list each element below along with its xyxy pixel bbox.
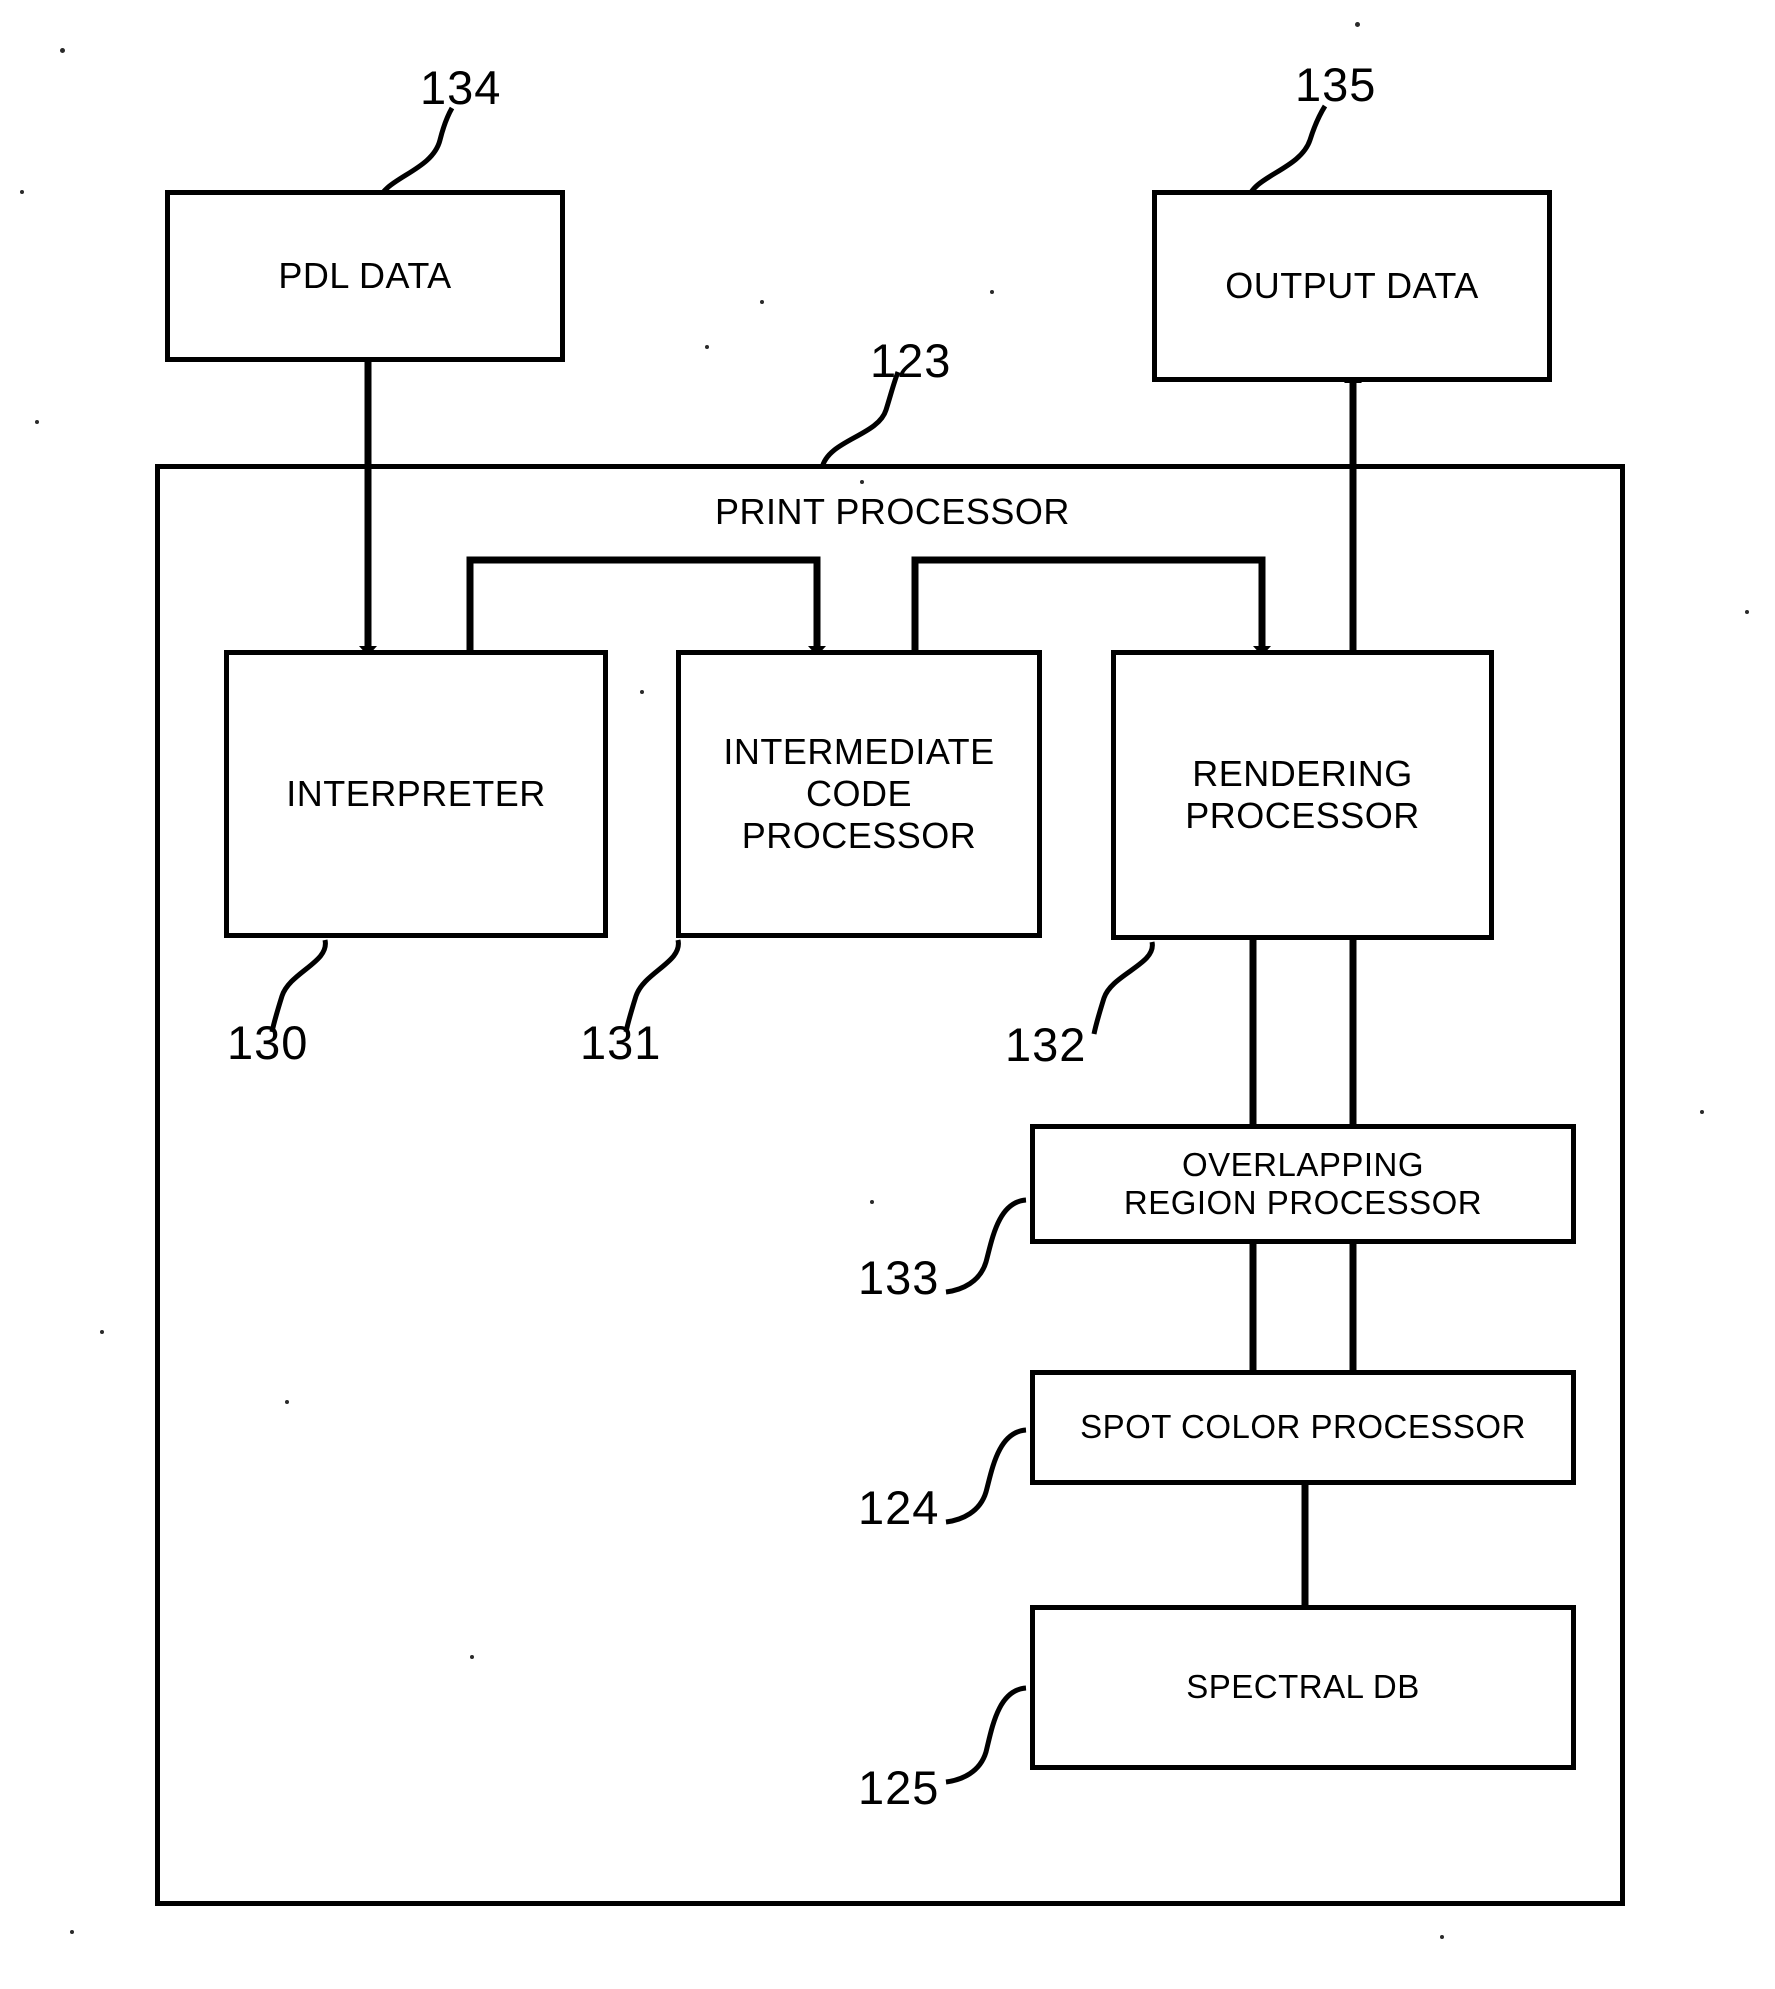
node-spectral-db-label: SPECTRAL DB (1186, 1668, 1420, 1706)
node-interpreter[interactable]: INTERPRETER (224, 650, 608, 938)
patent-figure-page: PRINT PROCESSOR 123 PDL DATA 134 OUTPUT … (0, 0, 1775, 1989)
print-processor-title: PRINT PROCESSOR (715, 491, 1070, 532)
node-output-data-label: OUTPUT DATA (1225, 265, 1479, 307)
node-intermediate-code-processor-label: INTERMEDIATE CODE PROCESSOR (723, 731, 995, 856)
leader-135 (1245, 104, 1328, 201)
node-intermediate-code-processor[interactable]: INTERMEDIATE CODE PROCESSOR (676, 650, 1042, 938)
node-pdl-data[interactable]: PDL DATA (165, 190, 565, 362)
ref-number-135: 135 (1295, 58, 1377, 111)
node-overlapping-region-processor[interactable]: OVERLAPPING REGION PROCESSOR (1030, 1124, 1576, 1244)
ref-number-133: 133 (858, 1251, 940, 1304)
ref-number-132: 132 (1005, 1018, 1087, 1071)
node-rendering-processor[interactable]: RENDERING PROCESSOR (1111, 650, 1494, 940)
ref-number-131: 131 (580, 1016, 662, 1069)
node-output-data[interactable]: OUTPUT DATA (1152, 190, 1552, 382)
leader-134 (375, 106, 455, 204)
ref-number-130: 130 (227, 1016, 309, 1069)
ref-number-134: 134 (420, 61, 502, 114)
node-spot-color-processor[interactable]: SPOT COLOR PROCESSOR (1030, 1370, 1576, 1485)
ref-number-124: 124 (858, 1481, 940, 1534)
ref-number-123: 123 (870, 334, 952, 387)
ref-number-125: 125 (858, 1761, 940, 1814)
node-pdl-data-label: PDL DATA (278, 255, 452, 297)
node-rendering-processor-label: RENDERING PROCESSOR (1185, 753, 1420, 836)
node-interpreter-label: INTERPRETER (286, 773, 546, 815)
node-overlapping-region-processor-label: OVERLAPPING REGION PROCESSOR (1123, 1145, 1483, 1221)
node-spectral-db[interactable]: SPECTRAL DB (1030, 1605, 1576, 1770)
node-spot-color-processor-label: SPOT COLOR PROCESSOR (1080, 1408, 1526, 1446)
